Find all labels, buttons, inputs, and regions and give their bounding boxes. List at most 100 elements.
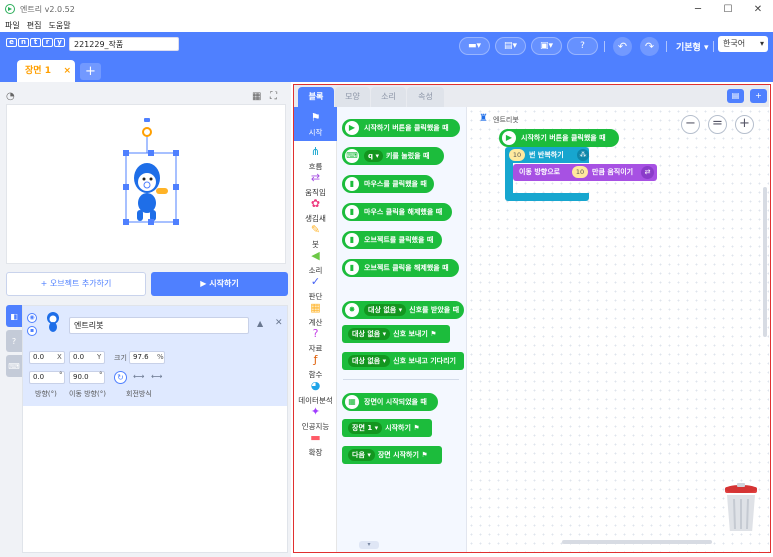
- file-menu-button[interactable]: ▤▾: [495, 37, 526, 55]
- tab-sounds[interactable]: 소리: [371, 87, 406, 107]
- minimize-button[interactable]: ─: [683, 0, 713, 18]
- palette-block-start-click[interactable]: ▶ 시작하기 버튼을 클릭했을 때: [342, 119, 460, 137]
- signal-dropdown[interactable]: 대상 없음 ▾: [348, 328, 391, 340]
- script-block-start[interactable]: ▶ 시작하기 버튼을 클릭했을 때: [499, 129, 619, 147]
- palette-block-signal-receive[interactable]: ✸ 대상 없음 ▾ 신호를 받았을 때: [342, 301, 464, 319]
- palette-block-signal-send[interactable]: 대상 없음 ▾ 신호 보내기 ⚑: [342, 325, 450, 343]
- canvas-vertical-scrollbar[interactable]: [763, 187, 767, 337]
- redo-button[interactable]: ↷: [640, 37, 659, 56]
- category-start[interactable]: ⚑ 시작: [294, 107, 337, 141]
- sound-icon: ◀: [311, 249, 320, 262]
- category-ai[interactable]: ✦ 인공지능: [294, 405, 337, 432]
- project-name-input[interactable]: 221229_작품: [69, 37, 179, 51]
- palette-block-scene-start[interactable]: ▦ 장면이 시작되었을 때: [342, 393, 438, 411]
- palette-block-next-scene[interactable]: 다음 ▾ 장면 시작하기 ⚑: [342, 446, 442, 464]
- menu-help[interactable]: 도움말: [48, 20, 70, 31]
- scroll-down-icon[interactable]: ▾: [359, 541, 379, 549]
- move-count-input[interactable]: 10: [572, 166, 588, 178]
- entrybot-leg: [137, 210, 143, 221]
- category-data-analysis[interactable]: ◕ 데이터분석: [294, 379, 337, 406]
- menu-edit[interactable]: 편집: [27, 20, 42, 31]
- category-sound[interactable]: ◀ 소리: [294, 249, 337, 276]
- palette-block-key[interactable]: ⌨ q ▾ 키를 눌렀을 때: [342, 147, 444, 165]
- palette-block-mouse-release[interactable]: ▮ 마우스 클릭을 해제했을 때: [342, 203, 452, 221]
- console-tab[interactable]: ⌨: [6, 355, 22, 377]
- category-flow[interactable]: ⋔ 흐름: [294, 145, 337, 172]
- scene-dropdown[interactable]: 다음 ▾: [348, 449, 375, 461]
- category-brush[interactable]: ✎ 붓: [294, 223, 337, 250]
- rotate-none-icon[interactable]: ⟷: [151, 372, 162, 381]
- scene-tab[interactable]: 장면 1 ×: [17, 60, 75, 82]
- stage-canvas[interactable]: [6, 104, 286, 264]
- menu-file[interactable]: 파일: [5, 20, 20, 31]
- category-calc[interactable]: ▦ 계산: [294, 301, 337, 328]
- object-name-input[interactable]: 엔트리봇: [69, 317, 249, 334]
- entrybot-sprite[interactable]: [7, 105, 287, 265]
- tab-blocks[interactable]: 블록: [298, 87, 334, 107]
- palette-block-object-release[interactable]: ▮ 오브젝트 클릭을 해제했을 때: [342, 259, 459, 277]
- category-label: 데이터분석: [298, 396, 333, 405]
- add-object-button[interactable]: + 오브젝트 추가하기: [6, 272, 146, 296]
- list-icon: ▬▾: [467, 41, 482, 51]
- tab-properties[interactable]: 속성: [407, 87, 444, 107]
- lock-icon[interactable]: ▪: [27, 326, 37, 336]
- palette-block-mouse-click[interactable]: ▮ 마우스를 클릭했을 때: [342, 175, 434, 193]
- palette-block-start-scene[interactable]: 장면 1 ▾ 시작하기 ⚑: [342, 419, 432, 437]
- speed-gauge-icon[interactable]: ◔: [6, 91, 15, 102]
- start-button[interactable]: ▶ 시작하기: [151, 272, 288, 296]
- logo-letter: t: [30, 38, 41, 47]
- chevron-down-icon: ▾: [759, 39, 764, 48]
- script-canvas[interactable]: ♜ 엔트리봇 ▶ 시작하기 버튼을 클릭했을 때 10 번 반복하기 ⁂ 이동 방…: [467, 107, 769, 552]
- rotate-free-icon[interactable]: ↻: [114, 371, 127, 384]
- object-list-tab[interactable]: ◧: [6, 305, 22, 327]
- save-menu-button[interactable]: ▣▾: [531, 37, 562, 55]
- delete-object-icon[interactable]: ✕: [275, 318, 283, 328]
- flow-icon: ⋔: [310, 145, 321, 158]
- maximize-button[interactable]: ☐: [713, 0, 743, 18]
- move-icon: ⇄: [641, 166, 654, 179]
- block-text: 오브젝트 클릭을 해제했을 때: [364, 264, 449, 272]
- category-looks[interactable]: ✿ 생김새: [294, 197, 337, 224]
- fullscreen-icon[interactable]: ⛶: [270, 91, 277, 102]
- save-template-button[interactable]: ▬▾: [459, 37, 490, 55]
- zoom-reset-button[interactable]: =: [708, 115, 727, 134]
- entry-logo[interactable]: e n t r y: [6, 38, 65, 47]
- rotate-horizontal-icon[interactable]: ⟷: [133, 372, 144, 381]
- scene-dropdown[interactable]: 장면 1 ▾: [348, 422, 383, 434]
- mode-select[interactable]: 기본형 ▾: [676, 40, 709, 53]
- signal-dropdown[interactable]: 대상 없음 ▾: [364, 304, 407, 316]
- category-function[interactable]: ƒ 함수: [294, 353, 337, 380]
- signal-dropdown[interactable]: 대상 없음 ▾: [348, 355, 391, 367]
- object-card[interactable]: ◉ ▪ 엔트리봇 ▲ ✕ 0.0 X 0.0 Y 크기 97.6 % 0.0 °…: [23, 306, 287, 406]
- category-judge[interactable]: ✓ 판단: [294, 275, 337, 302]
- grid-icon[interactable]: ▦: [252, 91, 261, 102]
- entrybot-eye: [149, 177, 153, 181]
- repeat-count-input[interactable]: 10: [509, 149, 525, 161]
- help-menu-button[interactable]: ?: [567, 37, 598, 55]
- category-move[interactable]: ⇄ 움직임: [294, 171, 337, 198]
- palette-block-object-click[interactable]: ▮ 오브젝트를 클릭했을 때: [342, 231, 442, 249]
- help-tab[interactable]: ?: [6, 330, 22, 352]
- close-scene-icon[interactable]: ×: [63, 60, 71, 82]
- add-scene-button[interactable]: +: [80, 63, 101, 80]
- key-dropdown[interactable]: q ▾: [364, 150, 383, 162]
- add-window-button[interactable]: +: [750, 89, 767, 103]
- trash-can-icon[interactable]: [721, 483, 757, 531]
- zoom-out-button[interactable]: −: [681, 115, 700, 134]
- tab-shapes[interactable]: 모양: [335, 87, 370, 107]
- visibility-icon[interactable]: ◉: [27, 313, 37, 323]
- language-select[interactable]: 한국어 ▾: [718, 36, 768, 52]
- collapse-icon[interactable]: ▲: [257, 319, 263, 328]
- notes-button[interactable]: ▤: [727, 89, 744, 103]
- zoom-in-button[interactable]: +: [735, 115, 754, 134]
- stage-header: ◔ ▦ ⛶: [6, 88, 285, 104]
- category-data[interactable]: ? 자료: [294, 327, 337, 354]
- undo-button[interactable]: ↶: [613, 37, 632, 56]
- script-block-move[interactable]: 이동 방향으로 10 만큼 움직이기 ⇄: [513, 164, 657, 181]
- title-bar: 엔트리 v2.0.52: [0, 0, 773, 18]
- category-extension[interactable]: ▬ 확장: [294, 431, 337, 458]
- close-window-button[interactable]: ✕: [743, 0, 773, 18]
- palette-block-signal-send-wait[interactable]: 대상 없음 ▾ 신호 보내고 기다리기: [342, 352, 464, 370]
- script-block-repeat[interactable]: 10 번 반복하기 ⁂: [505, 147, 589, 163]
- canvas-horizontal-scrollbar[interactable]: [562, 540, 712, 544]
